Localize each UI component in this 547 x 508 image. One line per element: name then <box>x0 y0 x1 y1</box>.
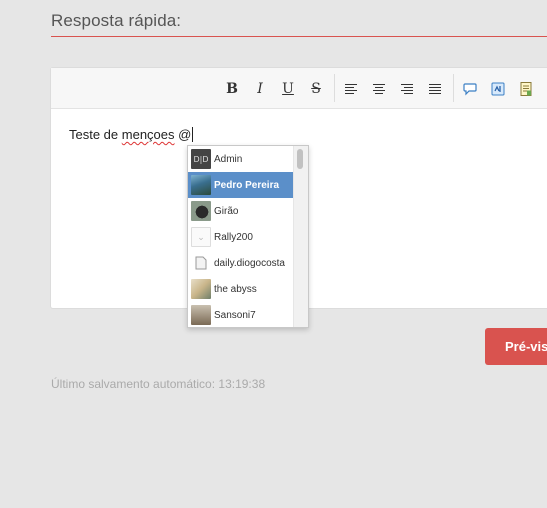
bold-button[interactable]: B <box>221 78 243 100</box>
align-justify-icon <box>429 83 441 95</box>
quote-icon <box>463 83 477 96</box>
mention-item-label: Rally200 <box>214 231 253 243</box>
avatar <box>191 175 211 195</box>
editor-content[interactable]: Teste de mençoes @ <box>69 127 194 142</box>
mention-item-label: daily.diogocosta <box>214 257 285 269</box>
mention-item-label: Admin <box>214 153 243 165</box>
mention-item-label: Girão <box>214 205 239 217</box>
mention-item-label: Pedro Pereira <box>214 179 280 191</box>
italic-button[interactable]: I <box>249 78 271 100</box>
editor-text-before: Teste de <box>69 127 122 142</box>
code-button[interactable] <box>487 78 509 100</box>
editor-toolbar: B I U S <box>51 68 547 109</box>
align-right-button[interactable] <box>396 78 418 100</box>
mention-item-sansoni7[interactable]: Sansoni7 <box>188 302 293 327</box>
spoiler-icon <box>520 82 532 96</box>
toolbar-separator <box>334 74 335 102</box>
mention-item-admin[interactable]: D|D Admin <box>188 146 293 172</box>
text-caret <box>192 127 194 142</box>
preview-button[interactable]: Pré-visu <box>485 328 547 365</box>
avatar: ⌄ <box>191 227 211 247</box>
scrollbar-thumb[interactable] <box>297 149 303 169</box>
mention-item-label: Sansoni7 <box>214 309 256 321</box>
section-title: Resposta rápida: <box>51 11 182 30</box>
section-divider <box>51 36 547 37</box>
align-left-button[interactable] <box>340 78 362 100</box>
align-right-icon <box>401 83 413 95</box>
align-center-button[interactable] <box>368 78 390 100</box>
mention-item-daily-diogocosta[interactable]: daily.diogocosta <box>188 250 293 276</box>
document-icon <box>195 256 207 270</box>
avatar <box>191 253 211 273</box>
editor-text-after: @ <box>174 127 192 142</box>
mention-item-label: the abyss <box>214 283 257 295</box>
mention-item-the-abyss[interactable]: the abyss <box>188 276 293 302</box>
align-justify-button[interactable] <box>424 78 446 100</box>
avatar <box>191 201 211 221</box>
code-icon <box>491 82 505 96</box>
misspelled-word: mençoes <box>121 127 175 142</box>
mention-item-girao[interactable]: Girão <box>188 198 293 224</box>
align-center-icon <box>373 83 385 95</box>
avatar <box>191 279 211 299</box>
mention-scrollbar[interactable] <box>293 146 308 327</box>
avatar: D|D <box>191 149 211 169</box>
quote-button[interactable] <box>459 78 481 100</box>
align-left-icon <box>345 83 357 95</box>
underline-button[interactable]: U <box>277 78 299 100</box>
autosave-status: Último salvamento automático: 13:19:38 <box>51 377 266 391</box>
mention-item-rally200[interactable]: ⌄ Rally200 <box>188 224 293 250</box>
avatar <box>191 305 211 325</box>
mention-item-pedro-pereira[interactable]: Pedro Pereira <box>188 172 293 198</box>
mention-dropdown[interactable]: D|D Admin Pedro Pereira Girão ⌄ Rally200… <box>187 145 309 328</box>
toolbar-separator <box>453 74 454 102</box>
spoiler-button[interactable] <box>515 78 537 100</box>
strikethrough-button[interactable]: S <box>305 78 327 100</box>
